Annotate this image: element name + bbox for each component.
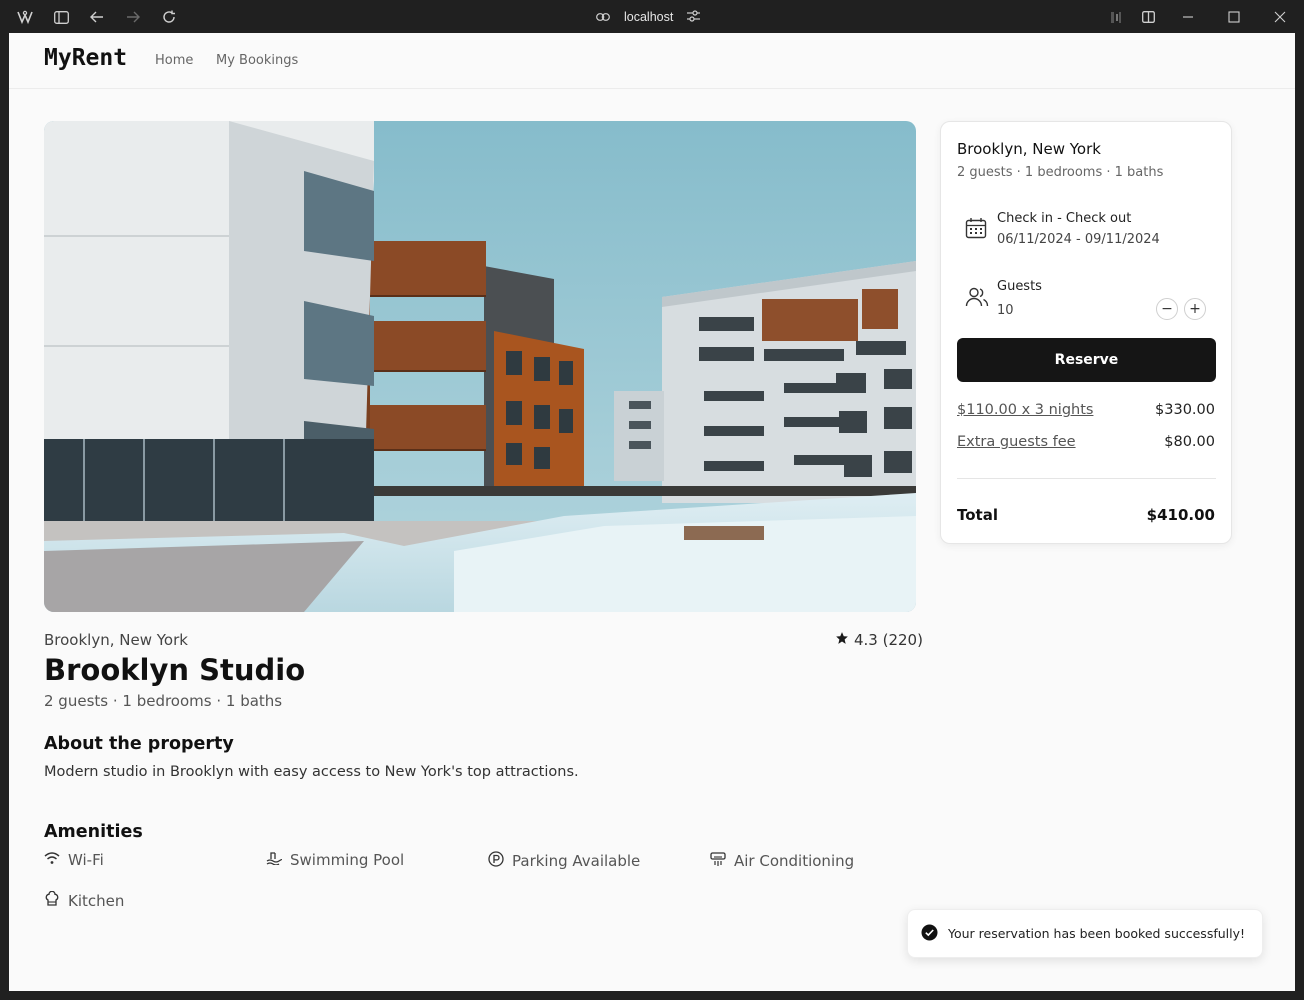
divider — [957, 478, 1216, 479]
dates-label: Check in - Check out — [997, 211, 1132, 226]
amenities-heading: Amenities — [44, 822, 143, 842]
reload-icon[interactable] — [160, 8, 178, 26]
amenity-wifi: Wi-Fi — [44, 851, 104, 869]
property-photo — [44, 121, 916, 612]
link-icon — [596, 10, 610, 24]
toast-message: Your reservation has been booked success… — [948, 926, 1246, 941]
url-text[interactable]: localhost — [624, 10, 673, 24]
booking-specs: 2 guests · 1 bedrooms · 1 baths — [957, 165, 1164, 180]
extra-guests-amount: $80.00 — [1164, 434, 1215, 450]
reserve-button[interactable]: Reserve — [957, 338, 1216, 382]
amenity-air-conditioning: Air Conditioning — [710, 851, 854, 871]
amenity-label: Swimming Pool — [290, 851, 405, 869]
pool-icon — [266, 851, 283, 869]
dates-value[interactable]: 06/11/2024 - 09/11/2024 — [997, 232, 1160, 247]
amenity-swimming-pool: Swimming Pool — [266, 851, 404, 869]
parking-icon — [488, 851, 504, 871]
booking-location: Brooklyn, New York — [957, 140, 1101, 158]
listing-specs: 2 guests · 1 bedrooms · 1 baths — [44, 692, 283, 710]
app-logo-icon[interactable] — [16, 8, 34, 26]
close-icon[interactable] — [1271, 8, 1289, 26]
listing-rating: 4.3 (220) — [835, 631, 923, 649]
brand-logo[interactable]: MyRent — [44, 45, 127, 71]
address-bar[interactable]: localhost — [596, 7, 701, 27]
amenity-label: Air Conditioning — [734, 852, 855, 870]
minimize-icon[interactable] — [1179, 8, 1197, 26]
calendar-icon — [965, 217, 987, 243]
web-page: MyRent Home My Bookings Brooklyn, New Yo… — [9, 33, 1295, 991]
amenity-label: Wi-Fi — [68, 851, 104, 869]
air-conditioning-icon — [710, 851, 726, 871]
nav-link-home[interactable]: Home — [155, 53, 193, 68]
check-circle-icon — [921, 924, 938, 944]
booking-card: Brooklyn, New York 2 guests · 1 bedrooms… — [940, 121, 1232, 544]
listing-location: Brooklyn, New York — [44, 631, 188, 649]
decrement-guests-button[interactable]: − — [1156, 298, 1178, 320]
success-toast: Your reservation has been booked success… — [907, 909, 1263, 958]
forward-icon[interactable] — [124, 8, 142, 26]
amenity-parking: Parking Available — [488, 851, 640, 871]
nightly-rate-link[interactable]: $110.00 x 3 nights — [957, 402, 1093, 418]
wifi-icon — [44, 851, 60, 869]
amenity-label: Kitchen — [68, 892, 125, 910]
increment-guests-button[interactable]: + — [1184, 298, 1206, 320]
about-heading: About the property — [44, 734, 234, 754]
back-icon[interactable] — [88, 8, 106, 26]
guests-value: 10 — [997, 303, 1014, 318]
extra-guests-fee-link[interactable]: Extra guests fee — [957, 434, 1076, 450]
sidebar-toggle-icon[interactable] — [52, 8, 70, 26]
kitchen-icon — [44, 890, 60, 911]
split-view-icon[interactable] — [1139, 8, 1157, 26]
site-settings-icon[interactable] — [687, 9, 701, 25]
browser-toolbar: localhost — [0, 0, 1304, 33]
total-label: Total — [957, 506, 998, 524]
total-amount: $410.00 — [1146, 506, 1215, 524]
maximize-icon[interactable] — [1225, 8, 1243, 26]
rating-text: 4.3 (220) — [854, 631, 923, 649]
star-icon — [835, 631, 849, 649]
about-text: Modern studio in Brooklyn with easy acce… — [44, 764, 579, 780]
guests-icon — [965, 286, 989, 312]
extension-icon[interactable] — [1107, 8, 1125, 26]
nightly-amount: $330.00 — [1155, 402, 1215, 418]
guests-label: Guests — [997, 279, 1042, 294]
amenity-label: Parking Available — [512, 852, 641, 870]
amenity-kitchen: Kitchen — [44, 890, 125, 911]
nav-link-my-bookings[interactable]: My Bookings — [216, 53, 298, 68]
top-navbar: MyRent Home My Bookings — [9, 33, 1295, 89]
listing-title: Brooklyn Studio — [44, 653, 306, 687]
